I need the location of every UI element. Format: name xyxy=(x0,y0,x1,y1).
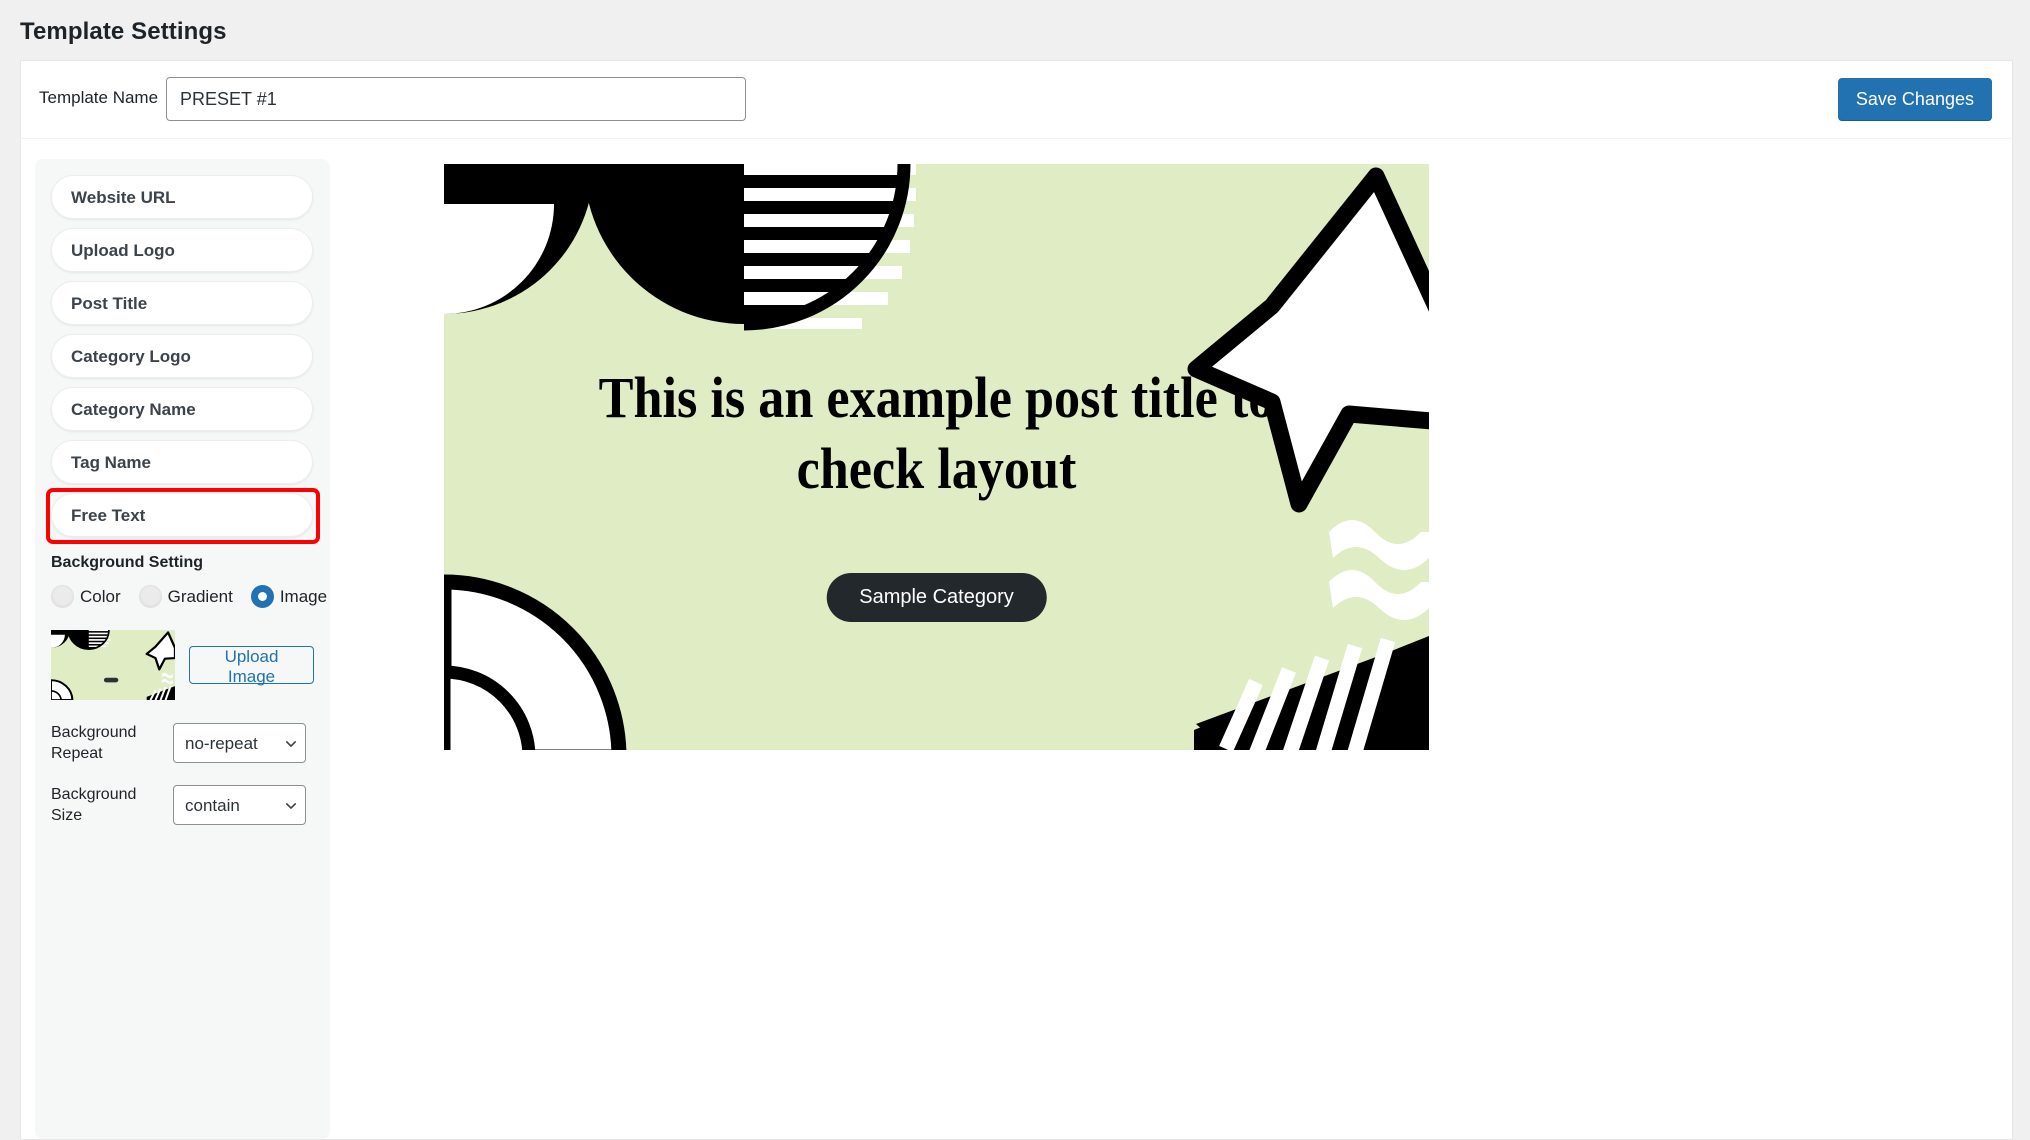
element-pill-list: Website URL Upload Logo Post Title Categ… xyxy=(46,175,320,544)
save-changes-button[interactable]: Save Changes xyxy=(1837,78,1992,120)
pill-wrap-category-logo: Category Logo xyxy=(51,334,314,378)
background-repeat-select[interactable]: no-repeat xyxy=(173,723,306,763)
pill-wrap-tag-name: Tag Name xyxy=(51,440,314,484)
radio-gradient[interactable] xyxy=(138,585,162,608)
sidebar-item-post-title[interactable]: Post Title xyxy=(51,281,313,325)
background-repeat-label: Background Repeat xyxy=(51,722,173,764)
background-type-radio-group: Color Gradient Image xyxy=(51,585,327,608)
radio-image[interactable] xyxy=(250,585,274,608)
sidebar-item-category-logo[interactable]: Category Logo xyxy=(51,334,313,378)
background-repeat-select-wrap: no-repeat xyxy=(173,723,306,763)
template-preview-canvas[interactable]: This is an example post title to check l… xyxy=(444,164,1429,750)
background-image-thumbnail[interactable] xyxy=(51,630,175,700)
preview-category-badge: Sample Category xyxy=(826,573,1047,622)
background-size-select[interactable]: contain xyxy=(173,785,306,825)
pill-wrap-free-text-highlighted: Free Text xyxy=(46,488,320,544)
background-size-row: Background Size contain xyxy=(51,784,314,826)
template-name-label: Template Name xyxy=(39,88,159,107)
radio-image-label[interactable]: Image xyxy=(280,587,327,607)
background-size-label-line1: Background xyxy=(51,786,137,803)
radio-gradient-label[interactable]: Gradient xyxy=(168,587,233,607)
sidebar-item-category-name[interactable]: Category Name xyxy=(51,387,313,431)
background-image-row: Upload Image xyxy=(51,630,314,700)
background-repeat-label-line2: Repeat xyxy=(51,745,103,762)
background-setting-label: Background Setting xyxy=(51,554,204,571)
background-repeat-label-line1: Background xyxy=(51,724,137,741)
background-size-select-wrap: contain xyxy=(173,785,306,825)
radio-color[interactable] xyxy=(51,585,74,608)
background-size-label-line2: Size xyxy=(51,807,83,824)
pill-wrap-post-title: Post Title xyxy=(51,281,314,325)
sidebar-item-upload-logo[interactable]: Upload Logo xyxy=(51,228,313,272)
pill-wrap-upload-logo: Upload Logo xyxy=(51,228,314,272)
sidebar-item-website-url[interactable]: Website URL xyxy=(51,175,313,219)
upload-image-button[interactable]: Upload Image xyxy=(189,646,314,686)
thumbnail-artwork xyxy=(51,630,175,700)
pill-wrap-category-name: Category Name xyxy=(51,387,314,431)
background-repeat-row: Background Repeat no-repeat xyxy=(51,722,314,764)
template-editor-board: Website URL Upload Logo Post Title Categ… xyxy=(20,139,2013,1140)
preview-post-title: This is an example post title to check l… xyxy=(598,365,1275,501)
page-title: Template Settings xyxy=(20,18,227,45)
sidebar-item-tag-name[interactable]: Tag Name xyxy=(51,440,313,484)
sidebar-item-free-text[interactable]: Free Text xyxy=(51,493,313,537)
template-settings-card: Template Name Save Changes xyxy=(20,60,2013,138)
template-name-input[interactable] xyxy=(166,77,746,121)
settings-panel: Website URL Upload Logo Post Title Categ… xyxy=(35,159,330,1139)
radio-color-label[interactable]: Color xyxy=(80,587,121,607)
pill-wrap-website-url: Website URL xyxy=(51,175,314,219)
background-size-label: Background Size xyxy=(51,784,173,826)
